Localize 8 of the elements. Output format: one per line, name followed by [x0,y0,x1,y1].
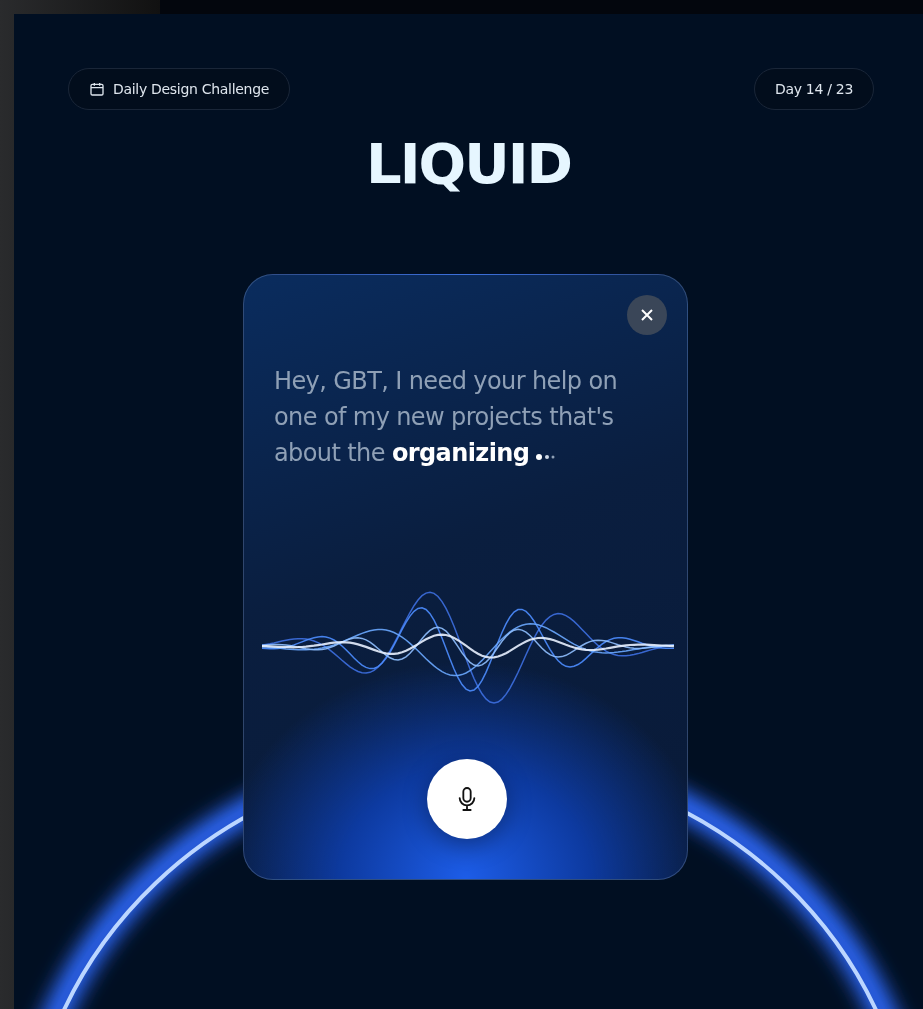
close-icon [640,308,654,322]
microphone-button[interactable] [426,759,507,839]
calendar-icon [89,81,105,97]
transcript-text: Hey, GBT, I need your help on one of my new projects that's about the organizing [274,366,619,469]
day-counter: Day 14 / 23 [753,68,874,110]
logo: LIQUID [366,136,571,192]
close-button[interactable] [627,295,667,335]
challenge-label: Daily Design Challenge [113,81,270,97]
